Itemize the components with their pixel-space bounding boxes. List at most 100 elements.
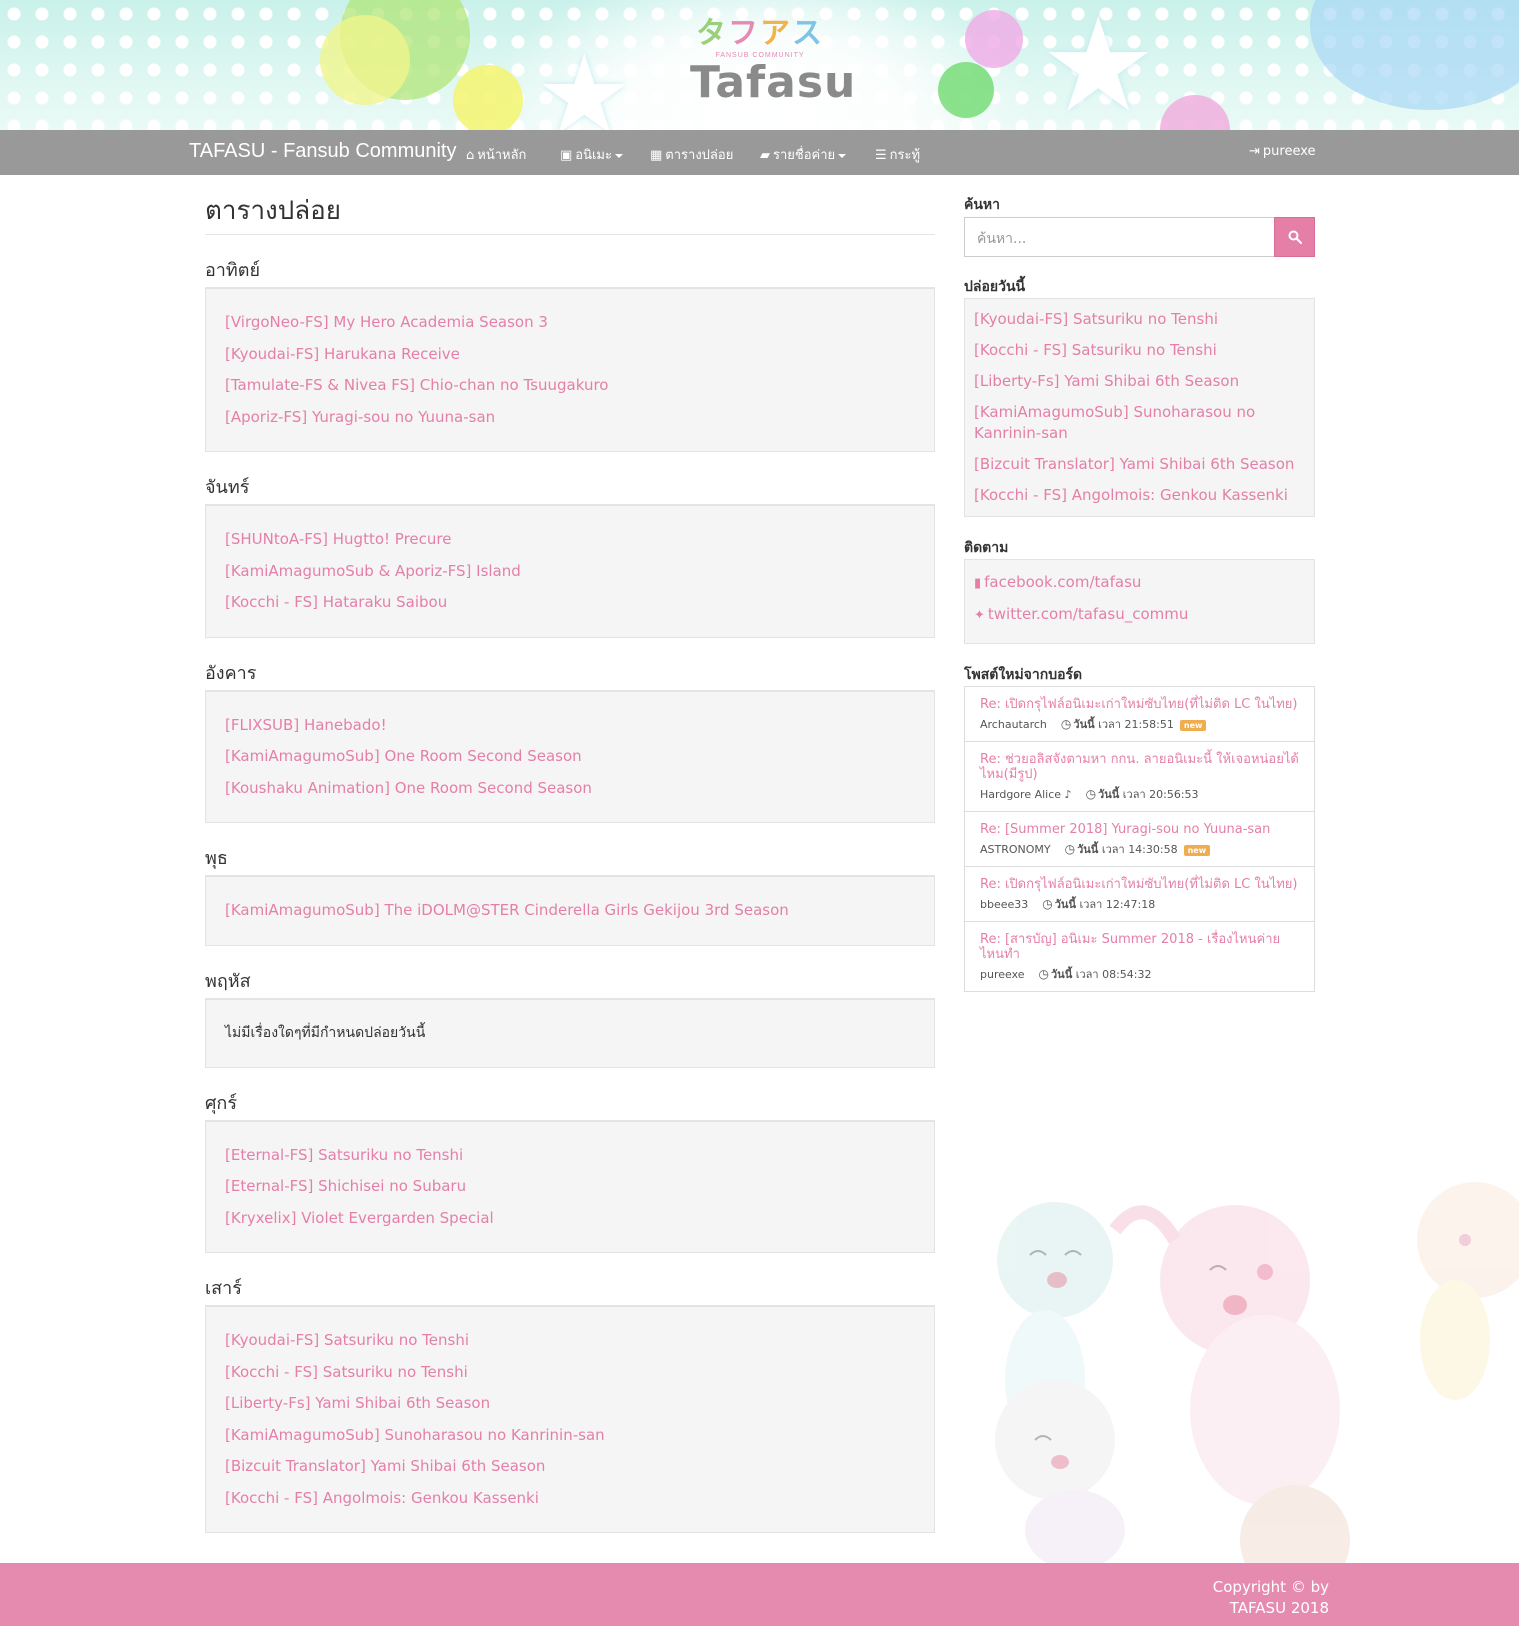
release-link[interactable]: [Eternal-FS] Satsuriku no Tenshi bbox=[225, 1140, 915, 1172]
search-button[interactable] bbox=[1274, 217, 1315, 257]
release-link[interactable]: [Kyoudai-FS] Satsuriku no Tenshi bbox=[225, 1325, 915, 1357]
release-link[interactable]: [FLIXSUB] Hanebado! bbox=[225, 710, 915, 742]
mascot-artwork bbox=[965, 1170, 1519, 1563]
nav-forum[interactable]: ☰ กระทู้ bbox=[875, 144, 920, 165]
day-list: [SHUNtoA-FS] Hugtto! Precure [KamiAmagum… bbox=[205, 505, 935, 638]
navbar-brand[interactable]: TAFASU - Fansub Community bbox=[189, 140, 456, 163]
post-meta: ASTRONOMY ◷ วันนี้ เวลา 14:30:58 new bbox=[980, 842, 1299, 857]
post-title[interactable]: Re: [Summer 2018] Yuragi-sou no Yuuna-sa… bbox=[980, 822, 1299, 837]
release-link[interactable]: [KamiAmagumoSub & Aporiz-FS] Island bbox=[225, 556, 915, 588]
nav-user-login[interactable]: ⇥ pureexe bbox=[1249, 144, 1316, 159]
search-form: ค้นหา... bbox=[964, 217, 1315, 257]
copyright: Copyright © by TAFASU 2018 bbox=[1212, 1578, 1329, 1617]
today-release-link[interactable]: [Liberty-Fs] Yami Shibai 6th Season bbox=[974, 371, 1305, 392]
follow-box: ▮ facebook.com/tafasu ✦ twitter.com/tafasu… bbox=[964, 559, 1315, 644]
release-link[interactable]: [Kocchi - FS] Angolmois: Genkou Kassenki bbox=[225, 1483, 915, 1515]
post-author: Archautarch bbox=[980, 718, 1047, 731]
release-link[interactable]: [Kocchi - FS] Hataraku Saibou bbox=[225, 587, 915, 619]
day-heading: พฤหัส bbox=[205, 966, 935, 999]
board-post[interactable]: Re: เปิดกรุไฟล์อนิเมะเก่าใหม่ซับไทย(ที่ไ… bbox=[965, 687, 1314, 742]
today-list: [Kyoudai-FS] Satsuriku no Tenshi [Kocchi… bbox=[964, 298, 1315, 517]
release-link[interactable]: [Tamulate-FS & Nivea FS] Chio-chan no Ts… bbox=[225, 370, 915, 402]
caret-down-icon bbox=[615, 153, 623, 158]
release-link[interactable]: [KamiAmagumoSub] Sunoharasou no Kanrinin… bbox=[225, 1420, 915, 1452]
site-logo[interactable]: タフアス FANSUB COMMUNITY Tafasu bbox=[690, 16, 857, 116]
logo-wordmark: Tafasu bbox=[690, 57, 857, 108]
nav-schedule[interactable]: ▦ ตารางปล่อย bbox=[650, 144, 733, 165]
today-release-link[interactable]: [KamiAmagumoSub] Sunoharasou no Kanrinin… bbox=[974, 402, 1305, 444]
board-post[interactable]: Re: [Summer 2018] Yuragi-sou no Yuuna-sa… bbox=[965, 812, 1314, 867]
nav-home[interactable]: ⌂ หน้าหลัก bbox=[466, 144, 526, 165]
release-link[interactable]: [Kryxelix] Violet Evergarden Special bbox=[225, 1203, 915, 1235]
home-icon: ⌂ bbox=[466, 148, 475, 163]
navbar: TAFASU - Fansub Community ⌂ หน้าหลัก ▣ อนิ… bbox=[0, 130, 1519, 175]
banner-bubble bbox=[453, 65, 523, 130]
today-release-link[interactable]: [Kocchi - FS] Angolmois: Genkou Kassenki bbox=[974, 485, 1305, 506]
header-banner: ★ ★ タフアス FANSUB COMMUNITY Tafasu bbox=[0, 0, 1519, 130]
clock-icon: ◷ bbox=[1060, 717, 1072, 731]
today-release-link[interactable]: [Kocchi - FS] Satsuriku no Tenshi bbox=[974, 340, 1305, 361]
post-title[interactable]: Re: [สารบัญ] อนิเมะ Summer 2018 - เรื่อง… bbox=[980, 932, 1299, 962]
nav-fansub-groups-dropdown[interactable]: ▰ รายชื่อค่าย bbox=[760, 144, 847, 165]
logo-japanese: タフアス bbox=[696, 16, 824, 51]
release-link[interactable]: [Bizcuit Translator] Yami Shibai 6th Sea… bbox=[225, 1451, 915, 1483]
search-input[interactable]: ค้นหา... bbox=[964, 217, 1274, 257]
folder-open-icon: ▰ bbox=[760, 148, 770, 163]
twitter-icon: ✦ bbox=[974, 608, 985, 623]
day-list: [KamiAmagumoSub] The iDOLM@STER Cinderel… bbox=[205, 876, 935, 946]
follow-heading: ติดตาม bbox=[964, 540, 1009, 556]
twitter-link[interactable]: ✦ twitter.com/tafasu_commu bbox=[974, 604, 1305, 626]
release-link[interactable]: [Aporiz-FS] Yuragi-sou no Yuuna-san bbox=[225, 402, 915, 434]
banner-bubble bbox=[1160, 95, 1230, 130]
post-author: pureexe bbox=[980, 968, 1025, 981]
banner-star-icon: ★ bbox=[535, 31, 634, 130]
post-meta: Hardgore Alice ♪ ◷ วันนี้ เวลา 20:56:53 bbox=[980, 787, 1199, 801]
film-icon: ▣ bbox=[560, 148, 573, 163]
post-title[interactable]: Re: เปิดกรุไฟล์อนิเมะเก่าใหม่ซับไทย(ที่ไ… bbox=[980, 697, 1299, 712]
clock-icon: ◷ bbox=[1064, 842, 1076, 856]
release-link[interactable]: [Kocchi - FS] Satsuriku no Tenshi bbox=[225, 1357, 915, 1389]
nav-anime-dropdown[interactable]: ▣ อนิเมะ bbox=[560, 144, 623, 165]
today-release-link[interactable]: [Kyoudai-FS] Satsuriku no Tenshi bbox=[974, 309, 1305, 330]
new-badge: new bbox=[1183, 844, 1211, 856]
empty-schedule-message: ไม่มีเรื่องใดๆที่มีกำหนดปล่อยวันนี้ bbox=[225, 1024, 426, 1041]
board-post[interactable]: Re: เปิดกรุไฟล์อนิเมะเก่าใหม่ซับไทย(ที่ไ… bbox=[965, 867, 1314, 922]
day-heading: เสาร์ bbox=[205, 1273, 935, 1306]
banner-star-icon: ★ bbox=[1040, 0, 1157, 130]
search-heading: ค้นหา bbox=[964, 197, 1001, 213]
release-link[interactable]: [Liberty-Fs] Yami Shibai 6th Season bbox=[225, 1388, 915, 1420]
board-posts-heading: โพสต์ใหม่จากบอร์ด bbox=[964, 667, 1083, 683]
release-link[interactable]: [SHUNtoA-FS] Hugtto! Precure bbox=[225, 524, 915, 556]
release-link[interactable]: [VirgoNeo-FS] My Hero Academia Season 3 bbox=[225, 307, 915, 339]
day-list: [FLIXSUB] Hanebado! [KamiAmagumoSub] One… bbox=[205, 690, 935, 823]
release-link[interactable]: [Eternal-FS] Shichisei no Subaru bbox=[225, 1171, 915, 1203]
post-author: ASTRONOMY bbox=[980, 843, 1051, 856]
banner-bubble bbox=[965, 10, 1023, 68]
board-posts-list: Re: เปิดกรุไฟล์อนิเมะเก่าใหม่ซับไทย(ที่ไ… bbox=[964, 686, 1315, 992]
release-link[interactable]: [Kyoudai-FS] Harukana Receive bbox=[225, 339, 915, 371]
clock-icon: ◷ bbox=[1038, 967, 1049, 981]
sidebar: ค้นหา ค้นหา... ปล่อยวันนี้ [Kyoudai-FS] … bbox=[964, 195, 1315, 992]
board-post[interactable]: Re: [สารบัญ] อนิเมะ Summer 2018 - เรื่อง… bbox=[965, 922, 1314, 991]
post-author: Hardgore Alice ♪ bbox=[980, 788, 1072, 801]
day-heading: พุธ bbox=[205, 843, 935, 876]
day-list: [VirgoNeo-FS] My Hero Academia Season 3 … bbox=[205, 288, 935, 452]
calendar-icon: ▦ bbox=[650, 148, 663, 163]
post-meta: pureexe ◷ วันนี้ เวลา 08:54:32 bbox=[980, 967, 1152, 981]
facebook-link[interactable]: ▮ facebook.com/tafasu bbox=[974, 572, 1305, 594]
post-meta: bbeee33 ◷ วันนี้ เวลา 12:47:18 bbox=[980, 897, 1156, 911]
day-list: [Kyoudai-FS] Satsuriku no Tenshi [Kocchi… bbox=[205, 1306, 935, 1533]
day-heading: จันทร์ bbox=[205, 472, 935, 505]
banner-bubble bbox=[1310, 0, 1519, 110]
login-icon: ⇥ bbox=[1249, 144, 1260, 159]
post-title[interactable]: Re: ช่วยอลิสจังตามหา กกน. ลายอนิเมะนี้ ใ… bbox=[980, 752, 1299, 782]
release-link[interactable]: [KamiAmagumoSub] One Room Second Season bbox=[225, 741, 915, 773]
today-heading: ปล่อยวันนี้ bbox=[964, 279, 1026, 295]
release-link[interactable]: [Koushaku Animation] One Room Second Sea… bbox=[225, 773, 915, 805]
post-author: bbeee33 bbox=[980, 898, 1029, 911]
post-title[interactable]: Re: เปิดกรุไฟล์อนิเมะเก่าใหม่ซับไทย(ที่ไ… bbox=[980, 877, 1299, 892]
footer: Copyright © by TAFASU 2018 bbox=[0, 1563, 1519, 1626]
release-link[interactable]: [KamiAmagumoSub] The iDOLM@STER Cinderel… bbox=[225, 895, 915, 927]
today-release-link[interactable]: [Bizcuit Translator] Yami Shibai 6th Sea… bbox=[974, 454, 1305, 475]
board-post[interactable]: Re: ช่วยอลิสจังตามหา กกน. ลายอนิเมะนี้ ใ… bbox=[965, 742, 1314, 812]
